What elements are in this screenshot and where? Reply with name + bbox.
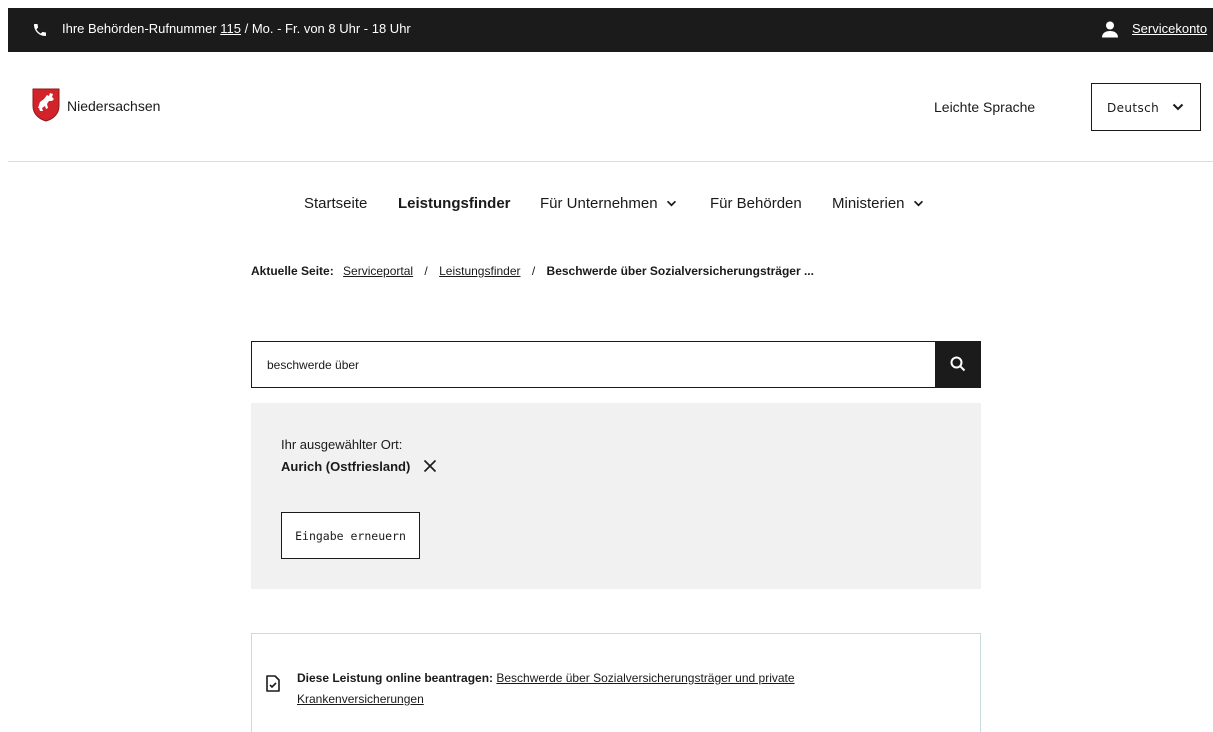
breadcrumb-current: Beschwerde über Sozialversicherungsträge… [546, 264, 814, 278]
breadcrumb-separator: / [424, 264, 428, 278]
online-application-card: Diese Leistung online beantragen: Beschw… [251, 633, 981, 732]
search-button[interactable] [935, 341, 981, 388]
search-icon [950, 356, 966, 372]
chevron-down-icon [1172, 103, 1184, 111]
nav-item-startseite[interactable]: Startseite [304, 195, 367, 212]
language-select-value: Deutsch [1107, 101, 1160, 115]
renew-input-button[interactable]: Eingabe erneuern [281, 512, 420, 559]
phone-icon [34, 24, 46, 36]
chevron-down-icon [913, 200, 923, 207]
niedersachsen-logo-icon[interactable] [32, 88, 60, 122]
easy-language-link[interactable]: Leichte Sprache [934, 99, 1035, 115]
hotline-prefix: Ihre Behörden-Rufnummer [62, 21, 221, 36]
search-input[interactable] [252, 342, 936, 387]
nav-item-unternehmen[interactable]: Für Unternehmen [540, 195, 677, 212]
hotline-number-link[interactable]: 115 [220, 21, 241, 36]
nav-item-behoerden[interactable]: Für Behörden [710, 195, 802, 212]
location-label: Ihr ausgewählter Ort: [281, 437, 403, 452]
hotline-suffix: / Mo. - Fr. von 8 Uhr - 18 Uhr [240, 21, 411, 36]
top-bar: Ihre Behörden-Rufnummer 115 / Mo. - Fr. … [8, 8, 1213, 52]
document-check-icon [266, 675, 280, 692]
nav-item-unternehmen-label: Für Unternehmen [540, 195, 658, 212]
servicekonto-link[interactable]: Servicekonto [1132, 21, 1207, 36]
header-divider [8, 161, 1213, 162]
breadcrumb-item-leistungsfinder[interactable]: Leistungsfinder [439, 264, 520, 278]
nav-item-leistungsfinder[interactable]: Leistungsfinder [398, 195, 511, 212]
breadcrumb-label: Aktuelle Seite: [251, 264, 334, 278]
breadcrumb-item-serviceportal[interactable]: Serviceportal [343, 264, 413, 278]
main-nav: Startseite Leistungsfinder Für Unternehm… [0, 195, 1213, 215]
nav-item-ministerien[interactable]: Ministerien [832, 195, 924, 212]
chevron-down-icon [666, 200, 676, 207]
selected-location-panel: Ihr ausgewählter Ort: Aurich (Ostfriesla… [251, 403, 981, 589]
close-icon[interactable] [423, 459, 437, 473]
nav-item-ministerien-label: Ministerien [832, 195, 905, 212]
brand-name[interactable]: Niedersachsen [67, 98, 160, 114]
search-box [251, 341, 981, 388]
location-value: Aurich (Ostfriesland) [281, 459, 411, 474]
language-select[interactable]: Deutsch [1091, 83, 1201, 131]
user-icon[interactable] [1102, 21, 1118, 38]
online-application-text: Diese Leistung online beantragen: Beschw… [297, 668, 917, 710]
hotline-text: Ihre Behörden-Rufnummer 115 / Mo. - Fr. … [62, 21, 411, 36]
breadcrumb-separator: / [531, 264, 536, 278]
breadcrumb: Aktuelle Seite: Serviceportal / Leistung… [251, 264, 814, 278]
online-application-prefix: Diese Leistung online beantragen: [297, 671, 494, 685]
